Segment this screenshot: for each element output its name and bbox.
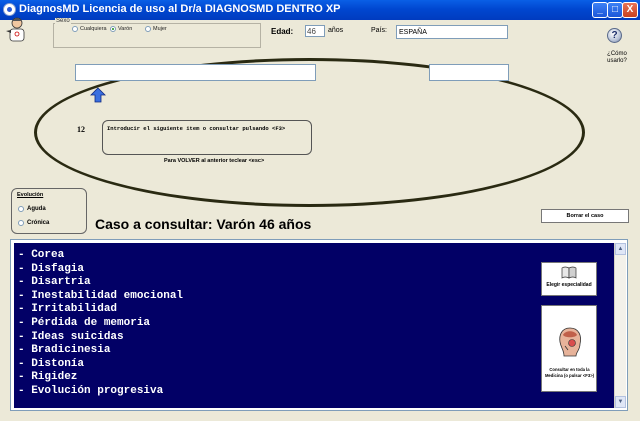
sexo-option-label: Mujer (153, 26, 167, 32)
radio-aguda[interactable] (18, 206, 24, 212)
pais-label: País: (371, 27, 387, 34)
sexo-option-label: Varón (118, 26, 133, 32)
scroll-up-icon[interactable]: ▲ (615, 243, 626, 255)
elegir-especialidad-label: Elegir especialidad (546, 282, 592, 288)
anos-label: años (328, 27, 344, 34)
radio-mujer[interactable] (145, 26, 151, 32)
sexo-option-label: Cualquiera (80, 26, 107, 32)
evolucion-option-label: Crónica (27, 220, 50, 226)
minimize-button[interactable]: _ (592, 2, 608, 18)
list-item[interactable]: - Corea (18, 249, 183, 263)
consultar-medicina-label: Consultar en toda la Medicina (o pulsar … (544, 367, 595, 378)
consultar-medicina-button[interactable]: Consultar en toda la Medicina (o pulsar … (541, 305, 597, 392)
window-title: DiagnosMD Licencia de uso al Dr/a DIAGNO… (19, 3, 341, 15)
book-icon (561, 266, 577, 279)
scroll-down-icon[interactable]: ▼ (615, 396, 626, 408)
list-item[interactable]: - Ideas suicidas (18, 331, 183, 345)
list-item[interactable]: - Irritabilidad (18, 303, 183, 317)
sexo-option-mujer[interactable]: Mujer (145, 26, 167, 32)
step-number: 12 (77, 125, 85, 134)
evolucion-option-cronica[interactable]: Crónica (18, 220, 49, 226)
list-item[interactable]: - Inestabilidad emocional (18, 290, 183, 304)
pais-input[interactable]: ESPAÑA (396, 25, 508, 39)
list-item[interactable]: - Pérdida de memoria (18, 317, 183, 331)
sexo-option-cualquiera[interactable]: Cualquiera (72, 26, 107, 32)
volver-hint: Para VOLVER al anterior teclear <esc> (164, 158, 265, 164)
app-icon (3, 3, 16, 16)
help-icon[interactable]: ? (607, 28, 622, 43)
list-item[interactable]: - Distonía (18, 358, 183, 372)
radio-cualquiera[interactable] (72, 26, 78, 32)
maximize-button[interactable]: □ (607, 2, 623, 18)
radio-varon[interactable] (110, 26, 116, 32)
edad-input[interactable]: 46 (305, 25, 325, 37)
evolucion-option-aguda[interactable]: Aguda (18, 206, 46, 212)
radio-cronica[interactable] (18, 220, 24, 226)
elegir-especialidad-button[interactable]: Elegir especialidad (541, 262, 597, 296)
item-input[interactable] (75, 64, 316, 81)
doctor-icon (6, 17, 25, 42)
list-item[interactable]: - Evolución progresiva (18, 385, 183, 399)
evolucion-option-label: Aguda (27, 206, 46, 212)
secondary-input[interactable] (429, 64, 509, 81)
help-label[interactable]: ¿Cómo usarlo? (600, 51, 634, 65)
case-title: Caso a consultar: Varón 46 años (95, 216, 312, 232)
borrar-caso-button[interactable]: Borrar el caso (541, 209, 629, 223)
sexo-label: Sexo (55, 18, 71, 24)
list-item[interactable]: - Disartria (18, 276, 183, 290)
symptom-scrollbar[interactable]: ▲ ▼ (614, 243, 626, 408)
symptom-items: - Corea - Disfagia - Disartria - Inestab… (18, 249, 183, 399)
close-button[interactable]: X (622, 2, 638, 18)
title-bar[interactable]: DiagnosMD Licencia de uso al Dr/a DIAGNO… (0, 0, 640, 20)
instruction-text: Introducir el siguiente item o consultar… (107, 125, 286, 132)
evolucion-title: Evolución (17, 192, 44, 198)
list-item[interactable]: - Bradicinesia (18, 344, 183, 358)
list-item[interactable]: - Rigidez (18, 371, 183, 385)
up-arrow-icon[interactable] (90, 87, 106, 103)
app-window: DiagnosMD Licencia de uso al Dr/a DIAGNO… (0, 0, 640, 421)
edad-label: Edad: (271, 27, 294, 36)
sexo-option-varon[interactable]: Varón (110, 26, 132, 32)
head-anatomy-icon (559, 327, 581, 357)
list-item[interactable]: - Disfagia (18, 263, 183, 277)
